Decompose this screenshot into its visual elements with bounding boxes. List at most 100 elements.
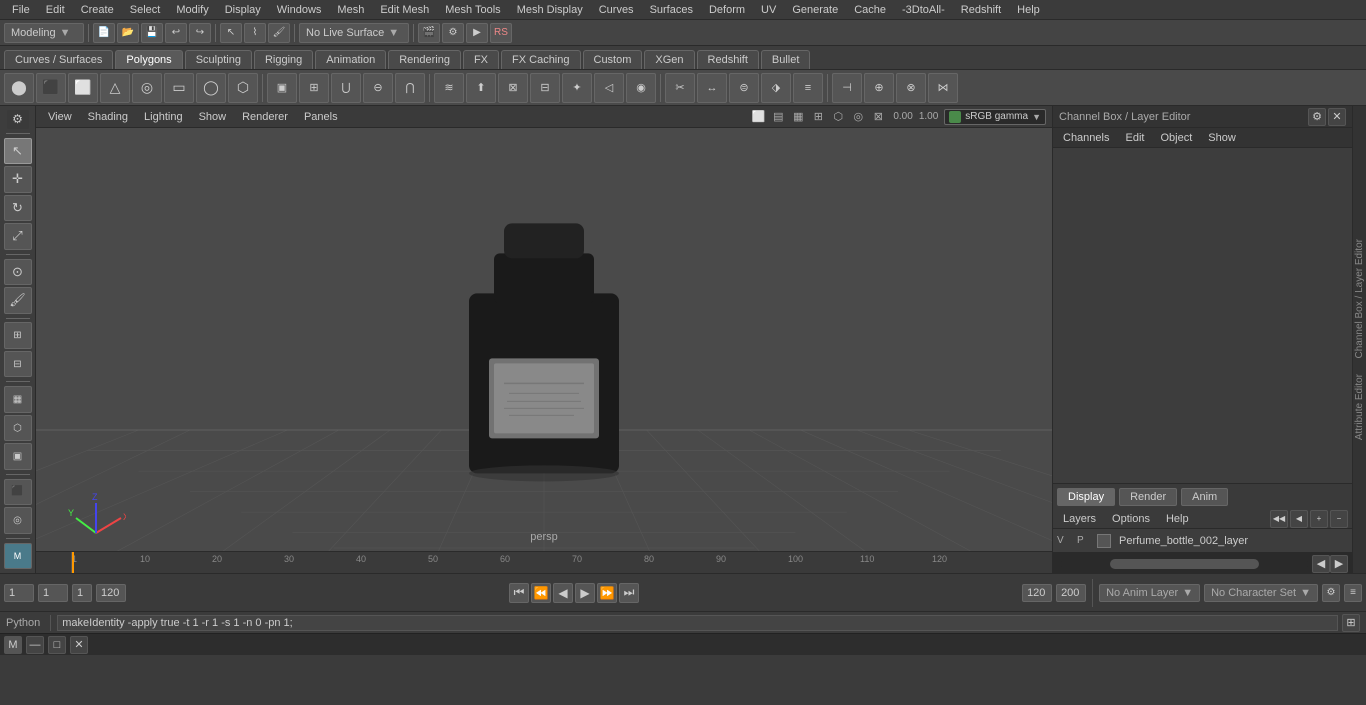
- frame-start-field[interactable]: 1: [4, 584, 34, 602]
- vp-menu-lighting[interactable]: Lighting: [138, 109, 189, 125]
- rotate-tool[interactable]: ↻: [4, 195, 32, 221]
- color-space-dropdown[interactable]: sRGB gamma ▼: [944, 109, 1046, 125]
- menu-3dtoall[interactable]: -3DtoAll-: [894, 2, 953, 18]
- max-end-field[interactable]: 200: [1056, 584, 1086, 602]
- frame-field-2[interactable]: 1: [38, 584, 68, 602]
- options-menu[interactable]: Options: [1106, 511, 1156, 527]
- scroll-right-btn[interactable]: ▶: [1330, 555, 1348, 573]
- play-fwd-btn[interactable]: ▶: [575, 583, 595, 603]
- shelf-icon-extract[interactable]: ⊞: [299, 73, 329, 103]
- vp-menu-panels[interactable]: Panels: [298, 109, 344, 125]
- menu-modify[interactable]: Modify: [168, 2, 216, 18]
- live-surface-dropdown[interactable]: No Live Surface ▼: [299, 23, 409, 43]
- shelf-icon-weld[interactable]: ⊗: [896, 73, 926, 103]
- show-faces[interactable]: ▣: [4, 443, 32, 469]
- shelf-tab-fx[interactable]: FX: [463, 50, 499, 69]
- object-menu[interactable]: Object: [1154, 130, 1198, 146]
- tab-render[interactable]: Render: [1119, 488, 1177, 506]
- shelf-icon-torus[interactable]: ◎: [132, 73, 162, 103]
- shelf-icon-plane[interactable]: ▭: [164, 73, 194, 103]
- move-tool[interactable]: ✛: [4, 166, 32, 192]
- step-back-btn[interactable]: ⏪: [531, 583, 551, 603]
- shelf-tab-fx-caching[interactable]: FX Caching: [501, 50, 580, 69]
- shelf-icon-bridge[interactable]: ⊠: [498, 73, 528, 103]
- layer-btn-3[interactable]: +: [1310, 510, 1328, 528]
- create-poly[interactable]: ⬛: [4, 479, 32, 505]
- menu-display[interactable]: Display: [217, 2, 269, 18]
- show-menu[interactable]: Show: [1202, 130, 1242, 146]
- range-end-2-field[interactable]: 120: [1022, 584, 1052, 602]
- shelf-icon-wedge[interactable]: ◁: [594, 73, 624, 103]
- attr-editor-tab[interactable]: Attribute Editor: [1352, 370, 1366, 444]
- select-tool-btn[interactable]: ↖: [220, 23, 242, 43]
- layer-btn-1[interactable]: ◀◀: [1270, 510, 1288, 528]
- layer-btn-4[interactable]: −: [1330, 510, 1348, 528]
- menu-curves[interactable]: Curves: [591, 2, 642, 18]
- ipr-btn[interactable]: ▶: [466, 23, 488, 43]
- isolate-select[interactable]: ◎: [4, 507, 32, 533]
- shelf-icon-bool-diff[interactable]: ⊖: [363, 73, 393, 103]
- status-bar-btn[interactable]: ⊞: [1342, 614, 1360, 632]
- timeline[interactable]: 1 10 20 30 40 50 60 70 80 90 100 110 120: [36, 551, 1052, 573]
- vp-icon-3[interactable]: ▦: [789, 108, 807, 126]
- menu-mesh-tools[interactable]: Mesh Tools: [437, 2, 508, 18]
- shelf-icon-fill-hole[interactable]: ⊟: [530, 73, 560, 103]
- shelf-icon-smooth[interactable]: ≋: [434, 73, 464, 103]
- vp-icon-2[interactable]: ▤: [769, 108, 787, 126]
- menu-deform[interactable]: Deform: [701, 2, 753, 18]
- menu-cache[interactable]: Cache: [846, 2, 894, 18]
- menu-create[interactable]: Create: [73, 2, 122, 18]
- shelf-icon-connect[interactable]: ↔: [697, 73, 727, 103]
- shelf-icon-bool-inter[interactable]: ⋂: [395, 73, 425, 103]
- render-options-btn[interactable]: ⚙: [442, 23, 464, 43]
- shelf-tab-xgen[interactable]: XGen: [644, 50, 694, 69]
- shelf-tab-curves-surfaces[interactable]: Curves / Surfaces: [4, 50, 113, 69]
- open-file-btn[interactable]: 📂: [117, 23, 139, 43]
- channels-menu[interactable]: Channels: [1057, 130, 1115, 146]
- panel-settings-btn[interactable]: ⚙: [1308, 108, 1326, 126]
- command-line[interactable]: makeIdentity -apply true -t 1 -r 1 -s 1 …: [57, 615, 1338, 631]
- layer-scrollbar[interactable]: [1061, 559, 1308, 569]
- menu-mesh[interactable]: Mesh: [329, 2, 372, 18]
- tab-anim[interactable]: Anim: [1181, 488, 1228, 506]
- vp-icon-1[interactable]: ⬜: [749, 108, 767, 126]
- vp-menu-renderer[interactable]: Renderer: [236, 109, 294, 125]
- redo-btn[interactable]: ↪: [189, 23, 211, 43]
- maximize-btn[interactable]: □: [48, 636, 66, 654]
- bc-extra-btn[interactable]: ≡: [1344, 584, 1362, 602]
- vp-icon-5[interactable]: ⬡: [829, 108, 847, 126]
- layer-scroll-area[interactable]: ◀ ▶: [1053, 553, 1352, 573]
- shelf-icon-mirror[interactable]: ⊣: [832, 73, 862, 103]
- bc-settings-btn[interactable]: ⚙: [1322, 584, 1340, 602]
- shelf-icon-symmetry[interactable]: ⋈: [928, 73, 958, 103]
- menu-mesh-display[interactable]: Mesh Display: [509, 2, 591, 18]
- shelf-icon-bool-union[interactable]: ⋃: [331, 73, 361, 103]
- char-set-dropdown[interactable]: No Character Set ▼: [1204, 584, 1318, 602]
- step-fwd-btn[interactable]: ⏩: [597, 583, 617, 603]
- snap-to-grid[interactable]: ⊞: [4, 322, 32, 348]
- shelf-tab-custom[interactable]: Custom: [583, 50, 643, 69]
- left-toolbar-settings[interactable]: ⚙: [7, 110, 29, 129]
- scroll-thumb[interactable]: [1110, 559, 1258, 569]
- shelf-icon-cone[interactable]: △: [100, 73, 130, 103]
- menu-edit[interactable]: Edit: [38, 2, 73, 18]
- show-vertices[interactable]: ⬡: [4, 415, 32, 441]
- scale-tool[interactable]: ⤢: [4, 223, 32, 249]
- menu-help[interactable]: Help: [1009, 2, 1048, 18]
- menu-uv[interactable]: UV: [753, 2, 784, 18]
- play-back-btn[interactable]: ◀: [553, 583, 573, 603]
- menu-redshift[interactable]: Redshift: [953, 2, 1009, 18]
- shelf-icon-cube[interactable]: ⬛: [36, 73, 66, 103]
- shelf-icon-disk[interactable]: ◯: [196, 73, 226, 103]
- layers-menu[interactable]: Layers: [1057, 511, 1102, 527]
- shelf-tab-bullet[interactable]: Bullet: [761, 50, 811, 69]
- rs-btn[interactable]: RS: [490, 23, 512, 43]
- select-tool[interactable]: ↖: [4, 138, 32, 164]
- help-menu[interactable]: Help: [1160, 511, 1195, 527]
- minimize-btn[interactable]: —: [26, 636, 44, 654]
- shelf-icon-circularize[interactable]: ◉: [626, 73, 656, 103]
- vp-icon-7[interactable]: ⊠: [869, 108, 887, 126]
- shelf-icon-poke[interactable]: ✦: [562, 73, 592, 103]
- menu-select[interactable]: Select: [122, 2, 169, 18]
- vp-icon-6[interactable]: ◎: [849, 108, 867, 126]
